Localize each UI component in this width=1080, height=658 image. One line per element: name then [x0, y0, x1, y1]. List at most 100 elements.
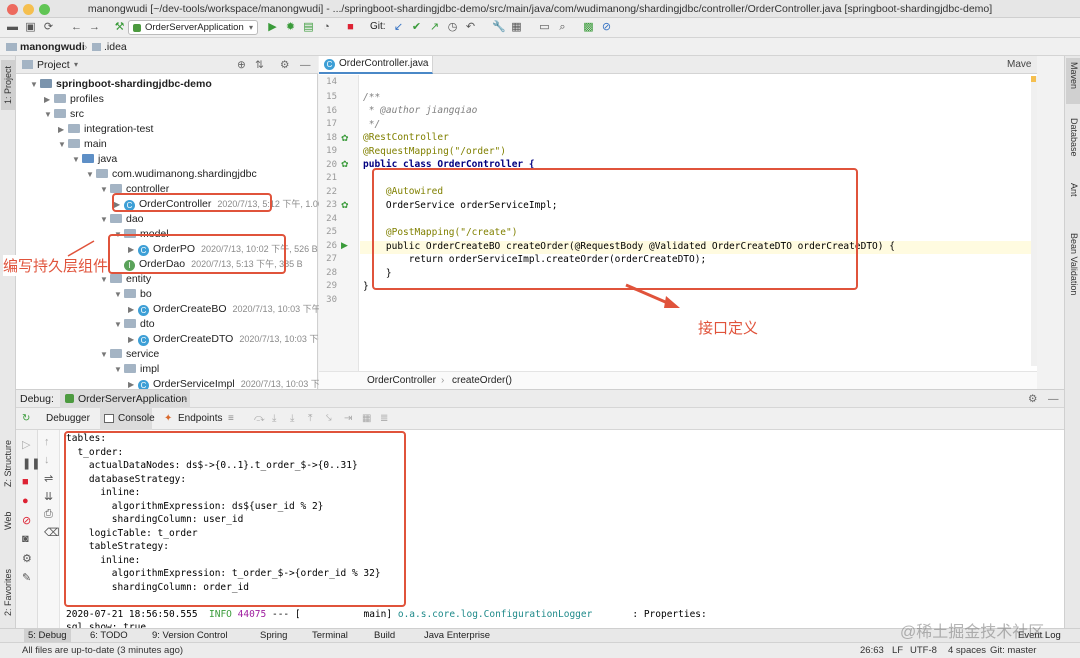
tree-node-order-create-dto[interactable]: ▶ C OrderCreateDTO 2020/7/13, 10:03 下午: [128, 332, 327, 347]
hide-icon[interactable]: —: [1048, 390, 1059, 408]
debug-session-tab[interactable]: OrderServerApplication ×: [60, 390, 190, 408]
git-rollback-icon[interactable]: ↶: [464, 21, 477, 34]
coverage-icon[interactable]: ▤: [302, 21, 315, 34]
print-icon[interactable]: ⎙: [44, 508, 53, 521]
camera-icon[interactable]: ◙: [22, 533, 29, 545]
maven-panel-tab[interactable]: Mave: [1007, 56, 1031, 74]
tree-node-src[interactable]: ▼ src: [44, 107, 84, 122]
favorites-tool-tab[interactable]: 2: Favorites: [1, 556, 15, 616]
step-into-icon[interactable]: ⤓: [272, 408, 276, 430]
force-step-icon[interactable]: ⤓: [290, 408, 294, 430]
editor-tab-order-controller[interactable]: C OrderController.java ×: [319, 56, 433, 74]
file-encoding[interactable]: UTF-8: [910, 643, 937, 658]
tab-build[interactable]: Build: [374, 629, 395, 642]
tab-endpoints[interactable]: Endpoints: [178, 408, 222, 430]
tab-terminal[interactable]: Terminal: [312, 629, 348, 642]
structure-tool-tab[interactable]: Z: Structure: [1, 431, 15, 491]
chevron-down-icon[interactable]: ▾: [74, 56, 78, 74]
tree-node-main[interactable]: ▼ main: [58, 137, 107, 152]
stop-icon[interactable]: ■: [344, 21, 357, 34]
git-history-icon[interactable]: ◷: [446, 21, 459, 34]
mute-breakpoints-icon[interactable]: ⊘: [22, 514, 31, 527]
tree-node-profiles[interactable]: ▶ profiles: [44, 92, 104, 107]
tree-node-dao[interactable]: ▼ dao: [100, 212, 144, 227]
breakpoints-icon[interactable]: ●: [22, 495, 29, 507]
autowired-icon[interactable]: ✿: [341, 200, 349, 211]
maven-tool-tab[interactable]: Maven: [1066, 58, 1080, 104]
tab-console[interactable]: Console: [100, 408, 155, 430]
tree-node-integration-test[interactable]: ▶ integration-test: [58, 122, 153, 137]
back-icon[interactable]: ←: [70, 21, 83, 34]
minimize-window-button[interactable]: [23, 4, 34, 15]
ant-tool-tab[interactable]: Ant: [1066, 181, 1080, 203]
git-branch[interactable]: Git: master: [990, 643, 1036, 658]
run-to-cursor-icon[interactable]: ⇥: [344, 408, 352, 430]
database-tool-tab[interactable]: Database: [1066, 116, 1080, 166]
debug-icon[interactable]: ✹: [284, 21, 297, 34]
run-icon[interactable]: ▶: [266, 21, 279, 34]
block-icon[interactable]: ⊘: [600, 21, 613, 34]
structure-icon[interactable]: ▦: [510, 21, 523, 34]
tree-node-bo[interactable]: ▼ bo: [114, 287, 152, 302]
locate-icon[interactable]: ⊕: [237, 56, 246, 74]
indent-setting[interactable]: 4 spaces: [948, 643, 986, 658]
resume-icon[interactable]: ▷: [22, 438, 30, 451]
breadcrumb-method[interactable]: createOrder(): [452, 372, 512, 390]
tree-node-project-root[interactable]: ▼ springboot-shardingjdbc-demo: [30, 77, 212, 92]
editor-scrollbar[interactable]: [1031, 76, 1037, 366]
git-push-icon[interactable]: ↗: [428, 21, 441, 34]
sync-icon[interactable]: ⟳: [42, 21, 55, 34]
hide-icon[interactable]: —: [300, 56, 311, 74]
forward-icon[interactable]: →: [88, 21, 101, 34]
tree-node-order-create-bo[interactable]: ▶ C OrderCreateBO 2020/7/13, 10:03 下午,: [128, 302, 323, 317]
collapse-icon[interactable]: ⇅: [255, 56, 264, 74]
tree-node-dto[interactable]: ▼ dto: [114, 317, 155, 332]
breadcrumb-idea[interactable]: .idea: [104, 38, 127, 56]
scroll-end-icon[interactable]: ⇊: [44, 490, 53, 503]
save-icon[interactable]: ▣: [24, 21, 37, 34]
hammer-icon[interactable]: ⚒: [113, 21, 126, 34]
zoom-window-button[interactable]: [39, 4, 50, 15]
search-icon[interactable]: ⌕: [556, 21, 569, 34]
terminal-icon[interactable]: ▭: [538, 21, 551, 34]
project-view-select[interactable]: Project: [37, 56, 70, 74]
breadcrumb-project[interactable]: manongwudi: [20, 38, 85, 56]
run-gutter-icon[interactable]: ▶: [341, 240, 348, 251]
gear-icon[interactable]: ⚙: [280, 56, 289, 74]
clear-icon[interactable]: ⌫: [44, 526, 60, 539]
tab-debugger[interactable]: Debugger: [46, 408, 90, 430]
caret-position[interactable]: 26:63: [860, 643, 884, 658]
stop-icon[interactable]: ■: [22, 476, 29, 488]
close-tab-icon[interactable]: ×: [182, 390, 187, 408]
up-icon[interactable]: ↑: [44, 436, 50, 448]
run-config-select[interactable]: OrderServerApplication ▾: [128, 20, 258, 35]
gear-icon[interactable]: ⚙: [1028, 390, 1037, 408]
git-commit-icon[interactable]: ✔: [410, 21, 423, 34]
tab-debug[interactable]: 5: Debug: [24, 629, 71, 642]
more-icon[interactable]: ≣: [380, 408, 388, 430]
project-tool-tab[interactable]: 1: Project: [1, 60, 15, 110]
close-window-button[interactable]: [7, 4, 18, 15]
rerun-icon[interactable]: ↻: [22, 408, 30, 430]
evaluate-icon[interactable]: ▦: [362, 408, 371, 430]
tree-node-package[interactable]: ▼ com.wudimanong.shardingjdbc: [86, 167, 257, 182]
menu-icon[interactable]: ≡: [228, 408, 234, 430]
folder-icon[interactable]: ▬: [6, 21, 19, 34]
web-tool-tab[interactable]: Web: [1, 506, 15, 536]
tree-node-service[interactable]: ▼ service: [100, 347, 159, 362]
down-icon[interactable]: ↓: [44, 454, 50, 466]
wrench-icon[interactable]: 🔧: [492, 21, 506, 34]
tab-java-enterprise[interactable]: Java Enterprise: [424, 629, 490, 642]
spring-bean-icon[interactable]: ✿: [341, 133, 349, 144]
spring-bean-icon[interactable]: ✿: [341, 159, 349, 170]
step-over-icon[interactable]: ⤼: [254, 408, 265, 430]
close-tab-icon[interactable]: ×: [421, 56, 426, 72]
profile-icon[interactable]: ◔: [320, 21, 333, 34]
breadcrumb-class[interactable]: OrderController: [367, 372, 436, 390]
pin-icon[interactable]: ✎: [22, 571, 31, 584]
tab-version-control[interactable]: 9: Version Control: [152, 629, 228, 642]
line-separator[interactable]: LF: [892, 643, 903, 658]
tab-spring[interactable]: Spring: [260, 629, 287, 642]
drop-frame-icon[interactable]: ⤥: [326, 408, 332, 430]
soft-wrap-icon[interactable]: ⇌: [44, 472, 53, 485]
